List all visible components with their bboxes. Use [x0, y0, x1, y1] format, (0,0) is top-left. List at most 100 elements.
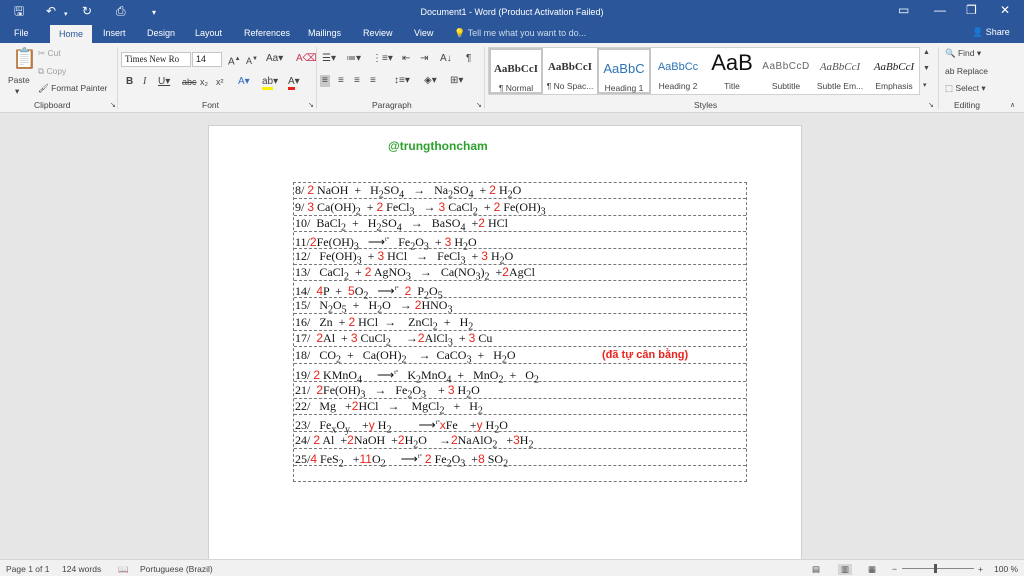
- line-spacing-icon[interactable]: ↕≡▾: [394, 75, 410, 87]
- strikethrough-icon[interactable]: abc: [182, 76, 197, 88]
- styles-scroll-up-icon[interactable]: ▲: [923, 49, 930, 56]
- equation-row[interactable]: 16/ Zn + 2 HCl → ZnCl2 + H2: [294, 315, 746, 332]
- tab-design[interactable]: Design: [147, 27, 175, 43]
- equation-table[interactable]: 8/ 2 NaOH + H2SO4 → Na2SO4 + 2 H2O 9/ 3 …: [293, 182, 747, 482]
- multilevel-list-icon[interactable]: ⋮≡▾: [372, 53, 393, 65]
- equation-row[interactable]: 24/ 2 Al +2NaOH +2H2O →2NaAlO2 +3H2: [294, 433, 746, 450]
- equation-row[interactable]: 8/ 2 NaOH + H2SO4 → Na2SO4 + 2 H2O: [294, 183, 746, 200]
- word-count[interactable]: 124 words: [62, 564, 101, 574]
- tab-home[interactable]: Home: [50, 25, 93, 43]
- style-normal[interactable]: AaBbCcI ¶ Normal: [489, 48, 543, 94]
- equation-row[interactable]: 25/4 FeS2 +11O2 ⟶t° 2 Fe2O3 +8 SO2: [294, 450, 746, 469]
- equation-row[interactable]: 22/ Mg +2HCl → MgCl2 + H2: [294, 399, 746, 416]
- align-right-icon[interactable]: ≡: [354, 75, 360, 87]
- subscript-icon[interactable]: x₂: [200, 76, 208, 88]
- styles-launcher-icon[interactable]: ↘: [928, 101, 934, 109]
- zoom-level[interactable]: 100 %: [994, 564, 1018, 574]
- zoom-slider-handle[interactable]: [934, 564, 937, 573]
- print-layout-icon[interactable]: ▥: [838, 564, 853, 575]
- style-subtitle[interactable]: AaBbCcD Subtitle: [759, 48, 813, 94]
- equation-row[interactable]: 11/2Fe(OH)3 ⟶t° Fe2O3 + 3 H2O: [294, 233, 746, 252]
- empty-row[interactable]: [294, 467, 746, 483]
- tab-view[interactable]: View: [414, 27, 433, 43]
- find-button[interactable]: 🔍 Find ▾: [945, 48, 981, 59]
- change-case-icon[interactable]: Aa▾: [266, 53, 283, 65]
- tab-file[interactable]: File: [14, 27, 29, 43]
- styles-more-icon[interactable]: ▾: [923, 81, 927, 89]
- tab-layout[interactable]: Layout: [195, 27, 222, 43]
- clear-formatting-icon[interactable]: A⌫: [296, 53, 317, 65]
- minimize-button[interactable]: —: [934, 3, 946, 17]
- paste-icon[interactable]: 📋: [12, 48, 37, 70]
- collapse-ribbon-icon[interactable]: ∧: [1010, 101, 1015, 109]
- equation-row[interactable]: 21/ 2Fe(OH)3 → Fe2O3 + 3 H2O: [294, 383, 746, 400]
- language-indicator[interactable]: Portuguese (Brazil): [140, 564, 213, 574]
- numbering-icon[interactable]: ≔▾: [346, 53, 361, 65]
- tell-me-search[interactable]: 💡 Tell me what you want to do...: [454, 28, 586, 39]
- read-mode-icon[interactable]: ▤: [812, 564, 820, 575]
- bullets-icon[interactable]: ☰▾: [322, 53, 336, 65]
- text-effects-icon[interactable]: A▾: [238, 76, 250, 88]
- style-emphasis[interactable]: AaBbCcI Emphasis: [867, 48, 921, 94]
- copy-button[interactable]: ⧉ Copy: [38, 66, 66, 77]
- paste-button[interactable]: Paste: [8, 75, 30, 85]
- select-button[interactable]: ⬚ Select ▾: [945, 83, 986, 94]
- ribbon-display-icon[interactable]: ▭: [898, 3, 909, 17]
- web-layout-icon[interactable]: ▦: [868, 564, 876, 575]
- show-marks-icon[interactable]: ¶: [466, 53, 471, 65]
- tab-references[interactable]: References: [244, 27, 290, 43]
- increase-indent-icon[interactable]: ⇥: [420, 53, 428, 65]
- justify-icon[interactable]: ≡: [370, 75, 376, 87]
- style-heading-1[interactable]: AaBbC Heading 1: [597, 48, 651, 94]
- underline-icon[interactable]: U▾: [158, 76, 170, 88]
- equation-row[interactable]: 23/ FexOy +y H2 ⟶t°xFe +y H2O: [294, 416, 746, 435]
- equation-row[interactable]: 19/ 2 KMnO4 ⟶t° K2MnO4 + MnO2 + O2: [294, 366, 746, 385]
- tab-mailings[interactable]: Mailings: [308, 27, 341, 43]
- equation-row[interactable]: 17/ 2Al + 3 CuCl2 →2AlCl3 + 3 Cu: [294, 331, 746, 348]
- styles-scroll-down-icon[interactable]: ▼: [923, 65, 930, 72]
- format-painter-button[interactable]: 🖌 Format Painter: [38, 83, 107, 94]
- borders-icon[interactable]: ⊞▾: [450, 75, 463, 87]
- restore-button[interactable]: ❐: [966, 3, 977, 17]
- equation-row[interactable]: 9/ 3 Ca(OH)2 + 2 FeCl3 → 3 CaCl2 + 2 Fe(…: [294, 200, 746, 217]
- paste-dropdown-icon[interactable]: ▾: [15, 86, 19, 97]
- style-heading-2[interactable]: AaBbCc Heading 2: [651, 48, 705, 94]
- align-left-icon[interactable]: ≡: [320, 75, 330, 87]
- clipboard-launcher-icon[interactable]: ↘: [110, 101, 116, 109]
- zoom-out-icon[interactable]: −: [892, 564, 897, 574]
- close-button[interactable]: ✕: [1000, 3, 1010, 17]
- tab-review[interactable]: Review: [363, 27, 393, 43]
- shading-icon[interactable]: ◈▾: [424, 75, 437, 87]
- style-no-spacing[interactable]: AaBbCcI ¶ No Spac...: [543, 48, 597, 94]
- align-center-icon[interactable]: ≡: [338, 75, 344, 87]
- equation-row[interactable]: 14/ 4P + 5O2 ⟶t° 2 P2O5: [294, 282, 746, 301]
- share-button[interactable]: 👤 Share: [972, 27, 1010, 38]
- zoom-in-icon[interactable]: +: [978, 564, 983, 574]
- highlight-icon[interactable]: ab▾: [262, 76, 278, 90]
- font-size-box[interactable]: 14: [192, 52, 222, 67]
- bold-icon[interactable]: B: [126, 76, 133, 88]
- superscript-icon[interactable]: x²: [216, 76, 224, 88]
- shrink-font-icon[interactable]: A▼: [246, 53, 258, 67]
- font-name-box[interactable]: Times New Ro: [121, 52, 191, 67]
- zoom-slider-track[interactable]: [902, 568, 974, 569]
- style-subtle-emphasis[interactable]: AaBbCcI Subtle Em...: [813, 48, 867, 94]
- grow-font-icon[interactable]: A▲: [228, 53, 241, 68]
- equation-row[interactable]: 10/ BaCl2 + H2SO4 → BaSO4 +2 HCl: [294, 216, 746, 233]
- sort-icon[interactable]: A↓: [440, 53, 452, 65]
- equation-row[interactable]: 13/ CaCl2 + 2 AgNO3 → Ca(NO3)2 +2AgCl: [294, 265, 746, 282]
- style-title[interactable]: AaB Title: [705, 48, 759, 94]
- document-page[interactable]: @trungthoncham 8/ 2 NaOH + H2SO4 → Na2SO…: [208, 125, 802, 559]
- paragraph-launcher-icon[interactable]: ↘: [476, 101, 482, 109]
- equation-row[interactable]: 12/ Fe(OH)3 + 3 HCl → FeCl3 + 3 H2O: [294, 249, 746, 266]
- italic-icon[interactable]: I: [143, 76, 146, 88]
- decrease-indent-icon[interactable]: ⇤: [402, 53, 410, 65]
- equation-row[interactable]: 15/ N2O5 + H2O → 2HNO3: [294, 298, 746, 315]
- equation-row[interactable]: 18/ CO2 + Ca(OH)2 → CaCO3 + H2O (đã tự câ…: [294, 348, 746, 365]
- font-color-icon[interactable]: A▾: [288, 76, 300, 90]
- tab-insert[interactable]: Insert: [103, 27, 126, 43]
- font-launcher-icon[interactable]: ↘: [308, 101, 314, 109]
- cut-button[interactable]: ✂ Cut: [38, 48, 61, 59]
- replace-button[interactable]: ab Replace: [945, 66, 988, 76]
- proofing-icon[interactable]: 📖: [118, 564, 129, 575]
